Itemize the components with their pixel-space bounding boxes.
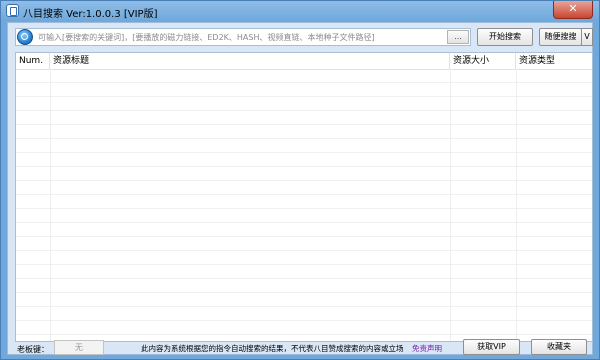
title-bar[interactable]: 八目搜索 Ver:1.0.0.3 [VIP版] ✕ (1, 1, 599, 21)
random-search-button[interactable]: 随便搜搜 (539, 28, 582, 46)
column-header-type[interactable]: 资源类型 (516, 53, 592, 69)
get-vip-button[interactable]: 获取VIP (463, 339, 520, 355)
column-header-title[interactable]: 资源标题 (50, 53, 450, 69)
disclaimer-link[interactable]: 免责声明 (412, 344, 442, 354)
table-body[interactable] (16, 69, 592, 341)
column-divider (50, 69, 51, 341)
close-button[interactable]: ✕ (553, 1, 593, 19)
app-logo-icon (6, 4, 19, 17)
search-box: ... (15, 28, 471, 46)
results-table[interactable]: Num. 资源标题 资源大小 资源类型 (15, 52, 593, 342)
column-header-size[interactable]: 资源大小 (450, 53, 516, 69)
column-header-num[interactable]: Num. (16, 53, 50, 69)
search-icon (17, 29, 33, 45)
window-title: 八目搜索 Ver:1.0.0.3 [VIP版] (23, 9, 158, 20)
browse-button[interactable]: ... (447, 30, 469, 44)
search-options-dropdown[interactable]: V (581, 28, 593, 46)
start-search-button[interactable]: 开始搜索 (477, 28, 533, 46)
boss-key-label: 老板键： (17, 345, 49, 354)
boss-key-field[interactable]: 无 (54, 340, 104, 355)
search-notice: 此内容为系统根据您的指令自动搜索的结果，不代表八目赞成搜索的内容或立场 (141, 344, 404, 353)
favorites-button[interactable]: 收藏夹 (531, 339, 587, 355)
search-input[interactable] (36, 29, 448, 45)
column-divider (450, 69, 451, 341)
app-window: 八目搜索 Ver:1.0.0.3 [VIP版] ✕ ... 开始搜索 随便搜搜 … (0, 0, 600, 360)
column-divider (516, 69, 517, 341)
client-area: ... 开始搜索 随便搜搜 V Num. 资源标题 资源大小 资源类型 老板键：… (7, 22, 593, 355)
table-header: Num. 资源标题 资源大小 资源类型 (16, 53, 592, 70)
